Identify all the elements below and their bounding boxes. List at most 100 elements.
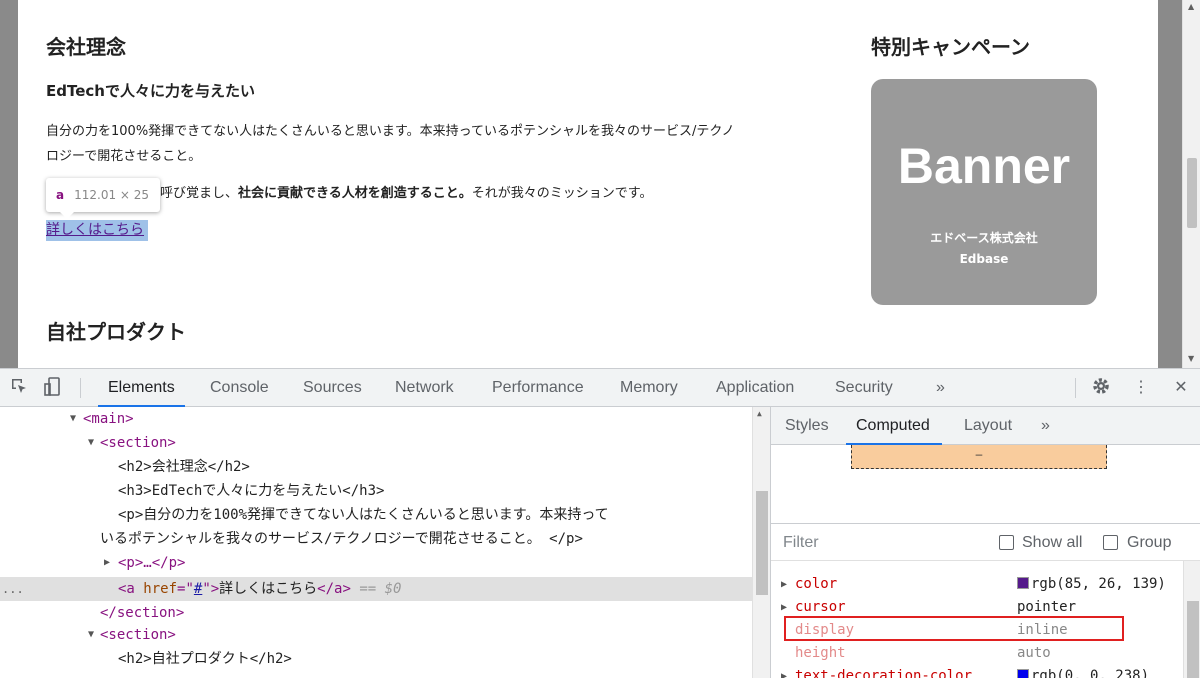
banner-title: Banner [897,138,1071,194]
dom-node-p-line-1[interactable]: <p>自分の力を100%発揮できてない人はたくさんいると思います。本来持って [118,503,609,527]
page-scrollbar[interactable]: ▲ ▼ [1182,0,1200,368]
group-label[interactable]: Group [1127,524,1171,562]
toolbar-separator [80,378,81,398]
paragraph-2-post: それが我々のミッションです。 [471,186,653,201]
dom-node-main[interactable]: <main> [83,407,134,431]
scroll-up-arrow-icon[interactable]: ▲ [757,409,762,418]
collapse-triangle-icon[interactable]: ▶ [104,557,110,568]
scroll-up-arrow-icon[interactable]: ▲ [1188,2,1194,11]
prop-name: text-decoration-color [795,668,973,678]
dom-tag-p: <p>…</p> [118,555,186,571]
paragraph-2: 呼び覚まし、社会に貢献できる人材を創造すること。それが我々のミッションです。 [160,181,652,206]
tab-application[interactable]: Application [716,369,794,407]
prop-value: rgb(0, 0, 238) [1017,665,1149,678]
settings-icon[interactable] [1090,377,1112,399]
section-subheading: EdTechで人々に力を与えたい [46,82,255,100]
dom-node-section[interactable]: <section> [100,431,176,455]
color-swatch[interactable] [1017,669,1029,678]
dom-tag-main: <main> [83,411,134,427]
prop-value: rgb(85, 26, 139) [1017,573,1166,596]
devtools-panel: Elements Console Sources Network Perform… [0,368,1200,678]
tab-console[interactable]: Console [210,369,269,407]
dom-tag-section: <section> [100,435,176,451]
dom-node-h2-product[interactable]: <h2>自社プロダクト</h2> [118,647,292,671]
scroll-down-arrow-icon[interactable]: ▼ [1188,354,1194,363]
dom-node-a-selected[interactable]: <a href="#">詳しくはこちら</a> == $0 [118,577,401,601]
more-icon[interactable]: ⋮ [1130,377,1152,399]
computed-scrollbar[interactable] [1183,561,1200,678]
dom-node-section-close[interactable]: </section> [100,601,184,625]
dom-selected-marker: == $0 [359,581,402,597]
dom-node-h3[interactable]: <h3>EdTechで人々に力を与えたい</h3> [118,479,384,503]
paragraph-2-bold: 社会に貢献できる人材を創造すること。 [238,186,472,201]
tab-elements[interactable]: Elements [98,369,185,407]
dom-attr-close: "> [202,581,220,597]
show-all-checkbox[interactable] [999,535,1014,550]
tab-layout[interactable]: Layout [964,407,1012,445]
banner-image[interactable]: Banner エドベース株式会社 Edbase [871,79,1097,305]
more-side-tabs-button[interactable]: » [1041,407,1050,445]
computed-scrollbar-thumb[interactable] [1187,601,1199,678]
dom-a-text: 詳しくはこちら [219,581,318,597]
paragraph-line-2: ロジーで開花させること。 [46,149,202,164]
annotation-highlight-box [784,616,1124,641]
paragraph-2-pre: 呼び覚まし、 [160,186,239,201]
expand-triangle-icon[interactable]: ▶ [781,665,787,678]
device-toggle-icon[interactable] [42,377,64,399]
dom-node-p-collapsed[interactable]: <p>…</p> [118,551,185,575]
expand-triangle-icon[interactable]: ▶ [781,573,787,596]
dom-tag-a-open: <a [118,581,144,597]
group-checkbox[interactable] [1103,535,1118,550]
page-viewport: 会社理念 EdTechで人々に力を与えたい 自分の力を100%発揮できてない人は… [0,0,1200,368]
dom-attr-href: href [143,581,178,597]
filter-input[interactable]: Filter [783,524,819,562]
elements-tree: ... ▼ <main> ▼ <section> <h2>会社理念</h2> <… [0,407,770,678]
expand-triangle-icon[interactable]: ▼ [88,629,94,640]
box-model-value: – [975,447,983,461]
tooltip-dimensions: 112.01 × 25 [74,188,150,202]
section-heading-philosophy: 会社理念 [46,35,126,59]
banner-company-en: Edbase [959,252,1009,266]
devtools-toolbar: Elements Console Sources Network Perform… [0,369,1200,407]
elements-scrollbar-thumb[interactable] [756,491,768,595]
show-all-label[interactable]: Show all [1022,524,1082,562]
inspect-icon[interactable] [8,377,30,399]
tab-computed[interactable]: Computed [846,407,942,445]
prop-value-text: rgb(0, 0, 238) [1031,668,1150,678]
tab-network[interactable]: Network [395,369,454,407]
dom-tag-section-2: <section> [100,627,176,643]
dom-tag-section-close: </section> [100,605,185,621]
inspect-tooltip: a 112.01 × 25 [46,178,160,219]
tab-memory[interactable]: Memory [620,369,678,407]
box-model-content[interactable]: – [851,445,1107,469]
tab-performance[interactable]: Performance [492,369,584,407]
paragraph-line-1: 自分の力を100%発揮できてない人はたくさんいると思います。本来持っているポテン… [46,124,735,139]
tab-sources[interactable]: Sources [303,369,362,407]
side-tabs: Styles Computed Layout » [771,407,1200,445]
expand-triangle-icon[interactable]: ▼ [70,413,76,424]
more-tabs-button[interactable]: » [936,369,945,407]
tab-security[interactable]: Security [835,369,893,407]
dom-node-section-2[interactable]: <section> [100,623,176,647]
toolbar-separator-right [1075,378,1076,398]
banner-company: エドベース株式会社 [930,231,1038,245]
dom-tag-a-close: </a> [317,581,351,597]
node-actions-dots[interactable]: ... [2,577,24,601]
tooltip-tag: a [56,188,65,202]
dom-node-p-line-2[interactable]: いるポテンシャルを我々のサービス/テクノロジーで開花させること。 </p> [100,527,583,551]
prop-name: color [795,576,838,592]
details-link[interactable]: 詳しくはこちら [46,220,148,241]
page-gutter-left [0,0,18,368]
color-swatch[interactable] [1017,577,1029,589]
page-gutter-right [1158,0,1182,368]
computed-filter-bar: Filter Show all Group [771,523,1200,561]
sidebar-heading-campaign: 特別キャンペーン [871,35,1030,59]
expand-triangle-icon[interactable]: ▼ [88,437,94,448]
computed-pane: Styles Computed Layout » – Filter Show a… [770,407,1200,678]
tab-styles[interactable]: Styles [785,407,829,445]
close-icon[interactable]: ✕ [1170,377,1192,399]
page-scrollbar-thumb[interactable] [1187,158,1197,228]
elements-scrollbar[interactable]: ▲ [752,407,770,678]
prop-value: auto [1017,645,1051,661]
dom-node-h2[interactable]: <h2>会社理念</h2> [118,455,250,479]
